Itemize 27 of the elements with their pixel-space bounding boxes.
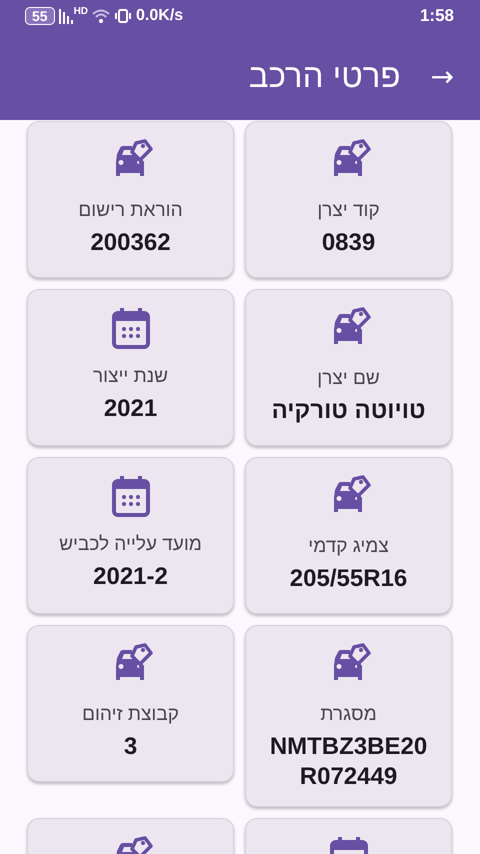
field-value: 205/55R16 (290, 564, 408, 594)
back-button[interactable]: → (430, 60, 454, 92)
field-value: 200362 (90, 228, 171, 258)
field-value: 3 (124, 732, 138, 762)
field-label: מסגרת (320, 704, 377, 726)
signal-icon (58, 8, 75, 24)
field-value: NMTBZ3BE20R072449 (268, 732, 428, 792)
battery-level: 55 (25, 7, 55, 25)
vibrate-icon (114, 9, 132, 23)
field-label: שם יצרן (317, 368, 380, 390)
field-label: מועד עלייה לכביש (59, 534, 202, 556)
network-label: HD (74, 6, 88, 17)
field-value: טויוטה טורקיה (272, 396, 426, 426)
field-value: 0839 (322, 228, 376, 258)
field-value: 2021 (104, 394, 158, 424)
field-label: קוד יצרן (317, 200, 380, 222)
field-label: צמיג קדמי (308, 536, 389, 558)
network-speed: 0.0K/s (136, 7, 184, 25)
field-label: שנת ייצור (93, 366, 168, 388)
field-value: 2021-2 (93, 562, 168, 592)
page-title: פרטי הרכב (248, 57, 401, 95)
wifi-icon (92, 9, 110, 23)
clock: 1:58 (420, 6, 454, 26)
field-label: הוראת רישום (78, 200, 183, 222)
calendar-icon (110, 306, 150, 350)
field-label: קבוצת זיהום (82, 704, 179, 726)
calendar-icon (110, 474, 150, 518)
